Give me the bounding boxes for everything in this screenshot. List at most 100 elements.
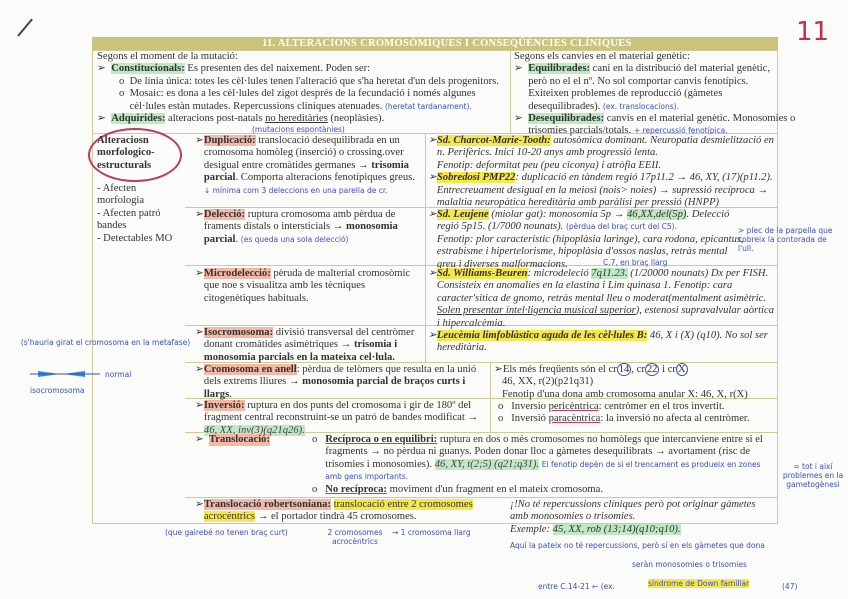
text: , cr	[631, 364, 645, 375]
handwritten-note: (que gairebé no tenen braç curt)	[165, 528, 288, 537]
syndrome-label: Sobredosi PMP22	[436, 172, 516, 184]
text: : la inversió no afecta al centròmer.	[600, 413, 750, 425]
circled-chromosome: 22	[644, 363, 660, 376]
handwritten-note: ↓ mínima com 3 deleccions en una parella…	[203, 185, 388, 195]
row-anell: ➢ Cromosoma en anell: pèrdua de telòmers …	[195, 364, 477, 400]
circled-chromosome: 14	[616, 363, 632, 376]
row-microdeleccio: ➢ Microdelecció: pèruda de malterial crom…	[195, 268, 411, 304]
handwritten-note: = tot i així problemes en la gametogènes…	[782, 462, 844, 489]
handwritten-note: > plec de la parpella que cobreix la con…	[738, 226, 833, 253]
handwritten-note: seràn monosomies o trisomies	[632, 560, 747, 569]
equilibrades-label: Equilibrades:	[528, 63, 591, 75]
handwritten-note: (es queda una sola delecció)	[240, 234, 349, 244]
category-title: Alteraciosn morfologico-estructurals	[97, 135, 155, 171]
karyotype: 7q11.23.	[591, 268, 628, 279]
text: 46, XX, r(2)(p21q31)	[502, 376, 594, 388]
linia-unica: De línia única: totes les cèl·lules tene…	[129, 75, 499, 87]
text: (miolar gat): monosomia 5p →	[488, 209, 627, 220]
row-duplicacio: ➢ Duplicació: translocació desequilibrada…	[195, 135, 415, 195]
list-item: - Afecten patró bandes	[97, 207, 161, 232]
syndrome-label: Sd. Williams-Beuren	[436, 268, 528, 279]
row-inversio: ➢ Inversió: ruptura en dos punts del crom…	[195, 400, 479, 436]
handwritten-note: (heretat tardanament).	[384, 101, 472, 111]
text: alteracions post-natals	[165, 113, 266, 125]
handwritten-note: 2 cromosomes acrocèntrics	[327, 528, 383, 546]
isochromosome-drawing	[30, 368, 100, 380]
syndrome-label: Sd. Charcot-Marie-Tooth:	[436, 135, 551, 146]
syndrome-label: Sd. Leujene	[436, 209, 489, 220]
list-item: - Afecten morfologia	[97, 183, 145, 207]
deleccio-label: Delecció:	[203, 209, 246, 220]
anell-label: Cromosoma en anell	[203, 364, 297, 375]
canvis-section: Segons els canvies en el material genèti…	[514, 51, 796, 137]
syndrome-label: Leucèmia limfoblàstica aguda de les cèl·…	[436, 330, 648, 341]
handwritten-note: isocromosoma	[30, 386, 85, 395]
handwritten-note: entre C.14-21 ← (ex.	[538, 582, 615, 591]
list-item: - Detectables MO	[97, 232, 173, 244]
microdeleccio-label: Microdelecció:	[203, 268, 271, 279]
handwritten-note: C.7, en braç llarg	[603, 258, 668, 267]
anell-detail: ➢Els més freqüents són el cr 14, cr 22 i c…	[494, 363, 778, 401]
text: pericèntrica	[548, 401, 599, 412]
handwritten-note: (s'hauria girat el cromosoma en la metaf…	[20, 338, 191, 347]
translocacio-label: Translocació:	[209, 434, 271, 447]
circled-chromosome: X	[675, 363, 688, 376]
desequilibrades-label: Desequilibrades:	[528, 113, 605, 125]
duplicacio-label: Duplicació:	[203, 135, 256, 146]
handwritten-note: (47)	[782, 582, 798, 591]
section-title: 11. ALTERACIONS CROMOSÒMIQUES I CONSEQÜÈ…	[262, 38, 632, 49]
inversio-label: Inversió:	[203, 400, 245, 411]
row-isocromosoma: ➢ Isocromosoma: divisió transversal del c…	[195, 327, 415, 363]
characteristics-list: - Afecten morfologia - Afecten patró ban…	[97, 183, 185, 245]
section-header: 11. ALTERACIONS CROMOSÒMIQUES I CONSEQÜÈ…	[92, 37, 778, 50]
karyotype: 45, XX, rob (13;14)(q10;q10).	[552, 523, 681, 535]
text: Es presenten des del naixement. Poden se…	[184, 63, 371, 75]
intro-text: Segons els canvies en el material genèti…	[514, 51, 690, 62]
leucemia-entry: ➢ Leucèmia limfoblàstica aguda de les cèl…	[428, 330, 768, 354]
text: Fenotip: deformitat peu (peu ciconya) i …	[436, 159, 662, 171]
handwritten-note: → 1 cromosoma llarg	[392, 528, 471, 537]
text: Inversió	[511, 413, 549, 425]
isocromosoma-label: Isocromosoma:	[203, 327, 274, 338]
text: Solen presentar intel·ligencia musical s…	[436, 305, 636, 317]
karyotype: 46, XY, t(2;5) (q21;q31).	[434, 458, 540, 470]
divider	[185, 497, 778, 498]
robertsoniana-detail: ¡!No té repercussions clíniques però pot…	[510, 499, 775, 536]
text: i cr	[659, 364, 676, 375]
page-number: 11	[796, 17, 830, 47]
inversio-types: o Inversio pericèntrica: centròmer en el…	[498, 401, 750, 425]
row-translocacio: ➢ Translocació:	[195, 434, 271, 447]
divider	[490, 362, 491, 432]
text: Inversio	[511, 401, 549, 412]
reciproca-label: Recíproca o en equilibri:	[325, 434, 438, 445]
divider	[425, 133, 426, 362]
williams-entry: ➢ Sd. Williams-Beuren: microdeleció 7q11.…	[428, 268, 774, 329]
handwritten-note: (ex. translocacions).	[602, 101, 679, 111]
handwritten-note: síndrome de Down familiar	[648, 579, 750, 588]
handwritten-note: Aquí la pateix no té repercussions, però…	[510, 541, 765, 550]
text: .	[229, 388, 232, 400]
handwritten-note: (pèrdua del braç curt del C5).	[565, 222, 677, 232]
text: Els més freqüents són el cr	[502, 364, 617, 375]
text: .	[235, 233, 239, 245]
cmt-entry: ➢ Sd. Charcot-Marie-Tooth: autosòmica dom…	[428, 135, 774, 209]
text: moviment d'un fragment en el mateix crom…	[386, 483, 604, 495]
text: Fenotip d'una dona amb cromosoma anular …	[502, 388, 748, 400]
row-robertsoniana: ➢ Translocació robertsoniana: translocaci…	[195, 499, 473, 523]
text: ruptura en dos punts del cromosoma i gir…	[203, 400, 479, 424]
text: no hereditàries	[265, 113, 328, 125]
text: Fenotip: plor caracteristic (hipoplàsia …	[436, 233, 744, 270]
text: : centròmer en el tros invertit.	[598, 401, 725, 412]
text: (neoplàsies).	[327, 113, 385, 125]
translocacio-types: o Recíproca o en equilibri: ruptura en d…	[312, 434, 763, 495]
pen-mark	[17, 18, 33, 37]
leujene-entry: ➢ Sd. Leujene (miolar gat): monosomia 5p …	[428, 209, 744, 270]
text: ¡!No té repercussions clíniques però pot…	[510, 499, 756, 523]
handwritten-note: normal	[105, 370, 132, 379]
adquirides-label: Adquirides:	[111, 113, 166, 125]
karyotype: 46,XX,del(5p)	[627, 209, 687, 220]
row-deleccio: ➢ Delecció: ruptura cromosoma amb pèrdua …	[195, 209, 398, 245]
no-reciproca-label: No recíproca:	[325, 483, 387, 495]
robertsoniana-label: Translocació robertsoniana:	[203, 499, 331, 510]
text: : microdeleció	[527, 268, 592, 279]
